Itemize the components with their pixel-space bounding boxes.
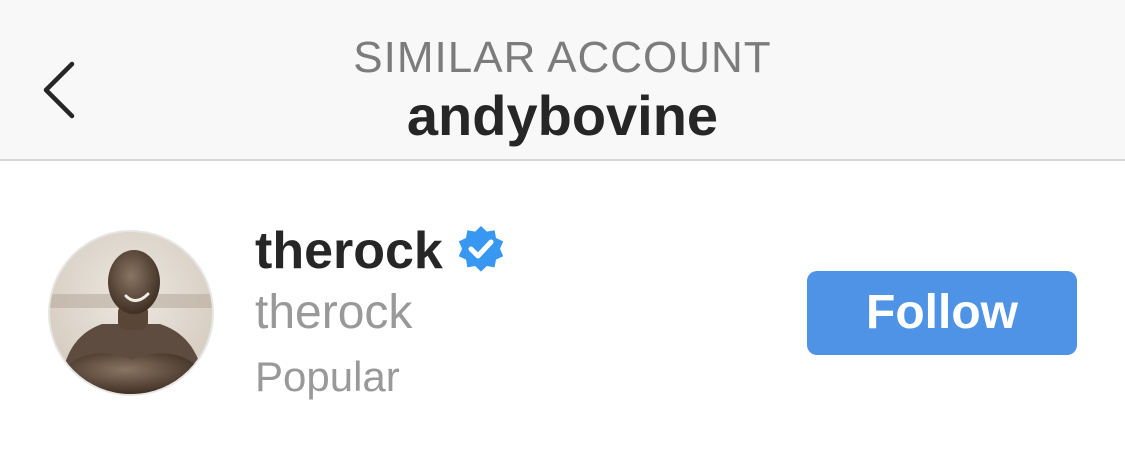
username[interactable]: therock xyxy=(255,219,443,283)
username-row: therock xyxy=(255,219,507,283)
header-title: andybovine xyxy=(406,84,719,147)
account-list-item[interactable]: therock therock Popular Follow xyxy=(0,161,1125,453)
header-subtitle: SIMILAR ACCOUNT xyxy=(353,33,772,82)
suggestion-reason: Popular xyxy=(255,353,400,400)
follow-button[interactable]: Follow xyxy=(807,271,1077,355)
avatar[interactable] xyxy=(48,230,214,396)
navigation-header: SIMILAR ACCOUNT andybovine xyxy=(0,0,1125,161)
verified-badge-icon xyxy=(455,225,507,277)
profile-photo xyxy=(50,232,212,394)
full-name: therock xyxy=(255,286,413,339)
